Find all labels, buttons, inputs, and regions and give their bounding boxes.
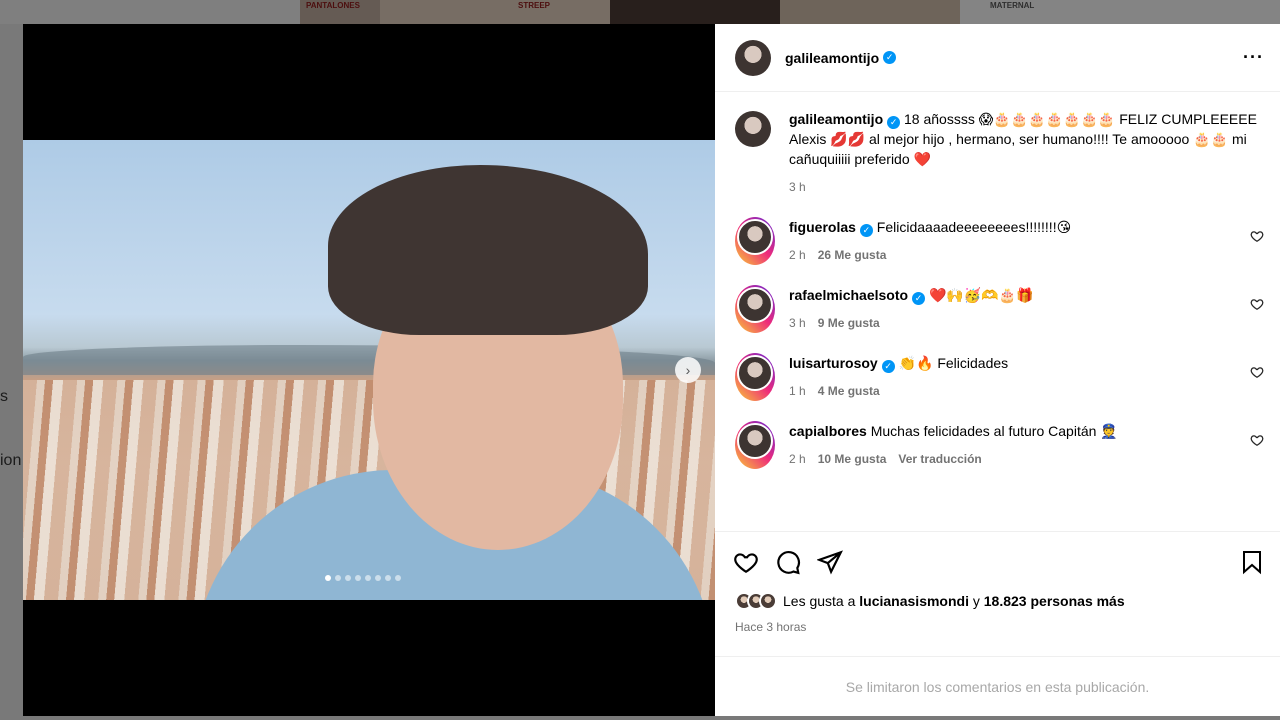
likes-middle: y [972, 593, 980, 609]
comment-likes[interactable]: 4 Me gusta [818, 381, 880, 401]
verified-badge-icon: ✓ [887, 115, 901, 129]
post-photo [23, 140, 715, 600]
chevron-right-icon: › [685, 362, 691, 378]
carousel-next-button[interactable]: › [675, 357, 701, 383]
carousel-dot [325, 575, 331, 581]
likes-prefix: Les gusta a [783, 593, 856, 609]
likes-user[interactable]: lucianasismondi [859, 593, 969, 609]
comment-like-heart-icon[interactable] [1250, 365, 1264, 379]
carousel-dot [335, 575, 341, 581]
author-avatar[interactable] [735, 39, 771, 76]
verified-badge-icon: ✓ [912, 291, 926, 305]
comment-username[interactable]: luisarturosoy [789, 355, 878, 371]
comments-limited-notice: Se limitaron los comentarios en esta pub… [715, 656, 1280, 716]
comment-text: Muchas felicidades al futuro Capitán 👮 [870, 423, 1118, 439]
carousel-dot [385, 575, 391, 581]
more-options-icon[interactable]: ··· [1243, 47, 1264, 68]
comments-list[interactable]: galileamontijo ✓ 18 añossss 😱🎂🎂🎂🎂🎂🎂🎂 FELI… [715, 93, 1280, 530]
comment-avatar-ring[interactable] [735, 421, 775, 469]
verified-badge-icon: ✓ [859, 223, 873, 237]
caption-time[interactable]: 3 h [789, 177, 806, 197]
comment-text: Felicidaaaadeeeeeeees!!!!!!!!😘 [876, 219, 1072, 235]
carousel-dot [365, 575, 371, 581]
comment-username[interactable]: capialbores [789, 423, 867, 439]
comment-username[interactable]: rafaelmichaelsoto [789, 287, 908, 303]
comment-text: ❤️🙌🥳🫶🎂🎁 [928, 287, 1034, 303]
caption: galileamontijo ✓ 18 añossss 😱🎂🎂🎂🎂🎂🎂🎂 FELI… [735, 109, 1264, 197]
comment-likes[interactable]: 9 Me gusta [818, 313, 880, 333]
comment-username[interactable]: figuerolas [789, 219, 856, 235]
post-actions [715, 531, 1280, 591]
like-heart-icon[interactable] [733, 549, 759, 575]
save-bookmark-icon[interactable] [1240, 549, 1264, 575]
see-translation-link[interactable]: Ver traducción [898, 449, 981, 469]
caption-avatar[interactable] [735, 111, 771, 147]
comment-time[interactable]: 3 h [789, 313, 806, 333]
comment-likes[interactable]: 10 Me gusta [818, 449, 887, 469]
comment-avatar [737, 219, 773, 255]
post-timestamp[interactable]: Hace 3 horas [735, 620, 806, 634]
comment-avatar [737, 287, 773, 323]
post-modal: › galileamontijo ✓ ··· galileamontijo ✓ 1… [23, 24, 1280, 716]
comment-time[interactable]: 2 h [789, 449, 806, 469]
author-username[interactable]: galileamontijo [785, 50, 879, 66]
carousel-dot [345, 575, 351, 581]
share-send-icon[interactable] [817, 549, 843, 575]
comment-avatar-ring[interactable] [735, 285, 775, 333]
caption-username[interactable]: galileamontijo [789, 111, 883, 127]
comment-time[interactable]: 2 h [789, 245, 806, 265]
comment-avatar [737, 355, 773, 391]
comment-like-heart-icon[interactable] [1250, 297, 1264, 311]
carousel-dots [325, 575, 401, 581]
comment-avatar-ring[interactable] [735, 217, 775, 265]
comment-like-heart-icon[interactable] [1250, 433, 1264, 447]
comment-avatar-ring[interactable] [735, 353, 775, 401]
carousel-dot [395, 575, 401, 581]
comment-item: luisarturosoy ✓ 👏🔥 Felicidades 1 h 4 Me gus… [735, 353, 1264, 401]
likes-count[interactable]: 18.823 personas más [984, 593, 1125, 609]
comment-likes[interactable]: 26 Me gusta [818, 245, 887, 265]
comment-text: 👏🔥 Felicidades [898, 355, 1009, 371]
verified-badge-icon: ✓ [883, 51, 897, 64]
carousel-dot [375, 575, 381, 581]
comment-time[interactable]: 1 h [789, 381, 806, 401]
carousel-dot [355, 575, 361, 581]
likes-summary: Les gusta a lucianasismondi y 18.823 per… [735, 592, 1125, 610]
post-header: galileamontijo ✓ ··· [715, 24, 1280, 92]
comment-item: figuerolas ✓ Felicidaaaadeeeeeeees!!!!!!!… [735, 217, 1264, 265]
comment-item: rafaelmichaelsoto ✓ ❤️🙌🥳🫶🎂🎁 3 h 9 Me gusta [735, 285, 1264, 333]
comment-avatar [737, 423, 773, 459]
post-panel: galileamontijo ✓ ··· galileamontijo ✓ 18 … [715, 24, 1280, 716]
comment-like-heart-icon[interactable] [1250, 229, 1264, 243]
verified-badge-icon: ✓ [881, 359, 895, 373]
photo-person-hair [328, 165, 648, 335]
liker-avatar [759, 592, 777, 610]
post-media: › [23, 24, 715, 716]
comment-bubble-icon[interactable] [775, 549, 801, 575]
comment-item: capialbores Muchas felicidades al futuro… [735, 421, 1264, 469]
